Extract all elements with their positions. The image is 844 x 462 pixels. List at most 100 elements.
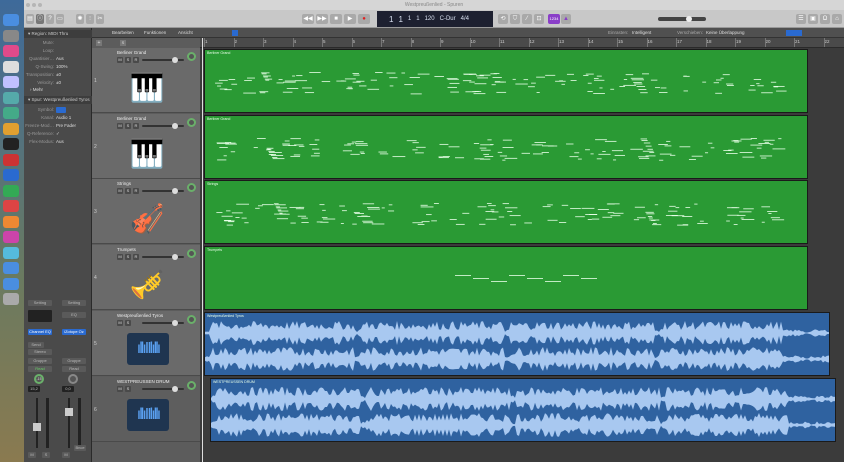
param-value[interactable]: ±0 xyxy=(56,71,61,79)
track-header[interactable]: 3 Strings M S R 🎻 xyxy=(92,179,200,245)
strip1-solo[interactable]: S xyxy=(42,452,50,458)
dock-app-icon[interactable] xyxy=(3,14,19,26)
record-button[interactable]: ● xyxy=(358,14,370,24)
region-param[interactable]: Transposition: ±0 xyxy=(24,71,92,79)
add-track-button[interactable]: + xyxy=(96,40,102,46)
solo-button[interactable]: S xyxy=(125,254,131,261)
record-enable-button[interactable]: R xyxy=(133,254,139,261)
record-enable-button[interactable]: R xyxy=(133,188,139,195)
track-name[interactable]: Trumpets xyxy=(117,247,136,252)
lcd-key[interactable]: C-Dur xyxy=(440,16,456,22)
smart-controls-button[interactable]: ✺ xyxy=(76,14,84,24)
strip2-setting[interactable]: Setting xyxy=(62,300,86,306)
functions-menu[interactable]: Funktionen xyxy=(144,28,166,38)
global-solo-button[interactable]: S xyxy=(120,40,126,46)
record-enable-button[interactable]: R xyxy=(133,122,139,129)
param-value[interactable]: ±0 xyxy=(56,79,61,87)
track-param[interactable]: Freeze-Mod… Pre Fader xyxy=(24,122,92,130)
region-param[interactable]: Mute: xyxy=(24,39,92,47)
track-header[interactable]: 4 Trumpets M S R 🎺 xyxy=(92,245,200,311)
dock-app-icon[interactable] xyxy=(3,107,19,119)
strip1-group[interactable]: Gruppe xyxy=(28,358,52,364)
solo-button[interactable]: S xyxy=(125,188,131,195)
volume-slider[interactable] xyxy=(142,122,184,129)
pan-knob[interactable] xyxy=(187,52,196,61)
strip2-plugin[interactable]: iZotope Oz xyxy=(62,329,86,335)
mute-button[interactable]: M xyxy=(117,254,123,261)
solo-button[interactable]: S xyxy=(125,319,131,326)
track-header[interactable]: 6 WESTPREUSSEN DRUM M SıllıIIlıllı xyxy=(92,376,200,442)
drag-select[interactable]: Keine Überlappung xyxy=(706,28,745,38)
solo-button[interactable]: S xyxy=(125,57,131,63)
strip1-output[interactable]: Stereo xyxy=(28,349,52,355)
strip1-fader[interactable] xyxy=(33,398,41,448)
solo-button[interactable]: ⊡ xyxy=(534,14,544,24)
track-header[interactable]: 5 Westpreußenlied Tyros M SıllıIIlıllı xyxy=(92,310,200,376)
dock-app-icon[interactable] xyxy=(3,200,19,212)
track-param[interactable]: Flex-Modus: Aus xyxy=(24,138,92,146)
volume-slider[interactable] xyxy=(142,319,184,326)
strip1-mute[interactable]: M xyxy=(28,452,36,458)
track-param[interactable]: Q-Reference: ✓ xyxy=(24,130,92,138)
metronome-button[interactable]: ▲ xyxy=(561,14,571,24)
list-editors-button[interactable]: ☰ xyxy=(796,14,806,24)
region-header[interactable]: ▾ Region: MIDI Thru xyxy=(24,30,92,38)
mute-button[interactable]: M xyxy=(117,122,123,129)
mute-button[interactable]: M xyxy=(117,319,123,326)
strip1-pan-knob[interactable]: -15 xyxy=(34,374,44,384)
mute-button[interactable]: M xyxy=(117,188,123,195)
pan-knob[interactable] xyxy=(187,314,196,324)
dock-app-icon[interactable] xyxy=(3,246,19,259)
solo-button[interactable]: S xyxy=(125,385,131,392)
strip2-pan-knob[interactable] xyxy=(68,374,78,384)
param-value[interactable]: Pre Fader xyxy=(56,122,76,130)
dock-app-icon[interactable] xyxy=(3,91,19,104)
mute-button[interactable]: M xyxy=(117,385,123,392)
dock-app-icon[interactable] xyxy=(3,231,19,243)
region-param[interactable]: Velocity: ±0 xyxy=(24,79,92,87)
track-name[interactable]: Berliner Grand xyxy=(117,116,146,121)
toolbar-toggle-button[interactable]: ▭ xyxy=(56,14,64,24)
lcd-signature[interactable]: 4/4 xyxy=(461,16,469,22)
replace-button[interactable]: ⛉ xyxy=(510,14,520,24)
dock-app-icon[interactable] xyxy=(3,293,19,305)
stop-button[interactable]: ■ xyxy=(330,14,342,24)
editors-button[interactable]: ✂ xyxy=(96,14,104,24)
rewind-button[interactable]: ◀◀ xyxy=(302,14,314,24)
strip2-group[interactable]: Gruppe xyxy=(62,358,86,364)
dock-app-icon[interactable] xyxy=(3,262,19,274)
dock-app-icon[interactable] xyxy=(3,76,19,88)
edit-menu[interactable]: Bearbeiten xyxy=(112,28,134,38)
track-name[interactable]: Berliner Grand xyxy=(117,50,146,55)
midi-region[interactable]: Strings xyxy=(204,180,808,245)
audio-region[interactable]: WESTPREUSSEN DRUM xyxy=(210,377,836,442)
strip2-automation[interactable]: Read xyxy=(62,366,86,372)
dock-app-icon[interactable] xyxy=(3,153,19,166)
strip1-eq[interactable]: Channel EQ xyxy=(28,329,52,335)
strip2-fader[interactable] xyxy=(65,398,73,448)
midi-region[interactable]: Berliner Grand xyxy=(204,49,808,113)
play-button[interactable]: ▶ xyxy=(344,14,356,24)
region-param[interactable]: Q-Swing: 100% xyxy=(24,63,92,71)
zoom-window-button[interactable] xyxy=(38,3,42,7)
dock-app-icon[interactable] xyxy=(3,138,19,150)
track-header[interactable]: 1 Berliner Grand M S R 🎹 xyxy=(92,48,200,113)
solo-button[interactable]: S xyxy=(125,122,131,129)
pan-knob[interactable] xyxy=(187,183,196,193)
view-menu[interactable]: Ansicht xyxy=(178,28,193,38)
lcd-display[interactable]: 1 1 1 1 120 C-Dur 4/4 xyxy=(377,11,493,27)
strip1-send[interactable]: Send xyxy=(28,342,44,348)
dock-app-icon[interactable] xyxy=(3,122,19,135)
param-value[interactable]: Aus xyxy=(56,55,64,63)
zoom-fit-button[interactable] xyxy=(786,30,802,36)
volume-slider[interactable] xyxy=(142,57,184,63)
dock-app-icon[interactable] xyxy=(3,29,19,42)
dock-app-icon[interactable] xyxy=(3,184,19,197)
library-button[interactable]: ▤ xyxy=(26,14,34,24)
lcd-tempo[interactable]: 120 xyxy=(425,16,435,22)
strip1-eq-display[interactable] xyxy=(28,310,52,322)
strip2-name[interactable]: Bnce xyxy=(74,445,86,451)
param-value[interactable]: Aus xyxy=(56,138,64,146)
pan-knob[interactable] xyxy=(187,117,196,127)
audio-region[interactable]: Westpreußenlied Tyros xyxy=(204,311,830,376)
